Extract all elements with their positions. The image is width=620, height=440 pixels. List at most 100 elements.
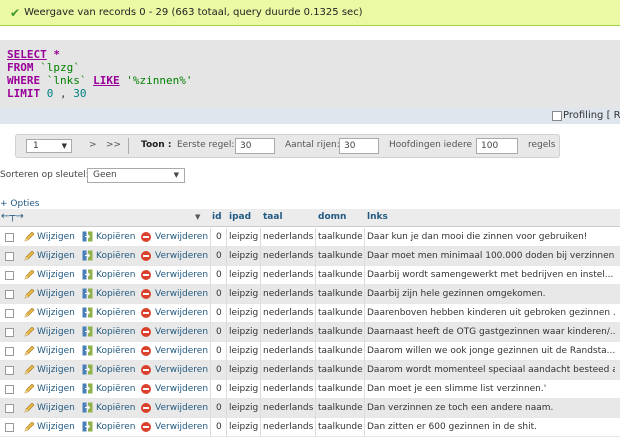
pencil-icon[interactable]: [24, 231, 35, 242]
delete-icon[interactable]: [141, 289, 151, 299]
column-dropdown-icon[interactable]: ▼: [195, 213, 200, 221]
row-checkbox[interactable]: [5, 328, 14, 337]
column-header-domn[interactable]: domn: [318, 212, 346, 222]
delete-icon[interactable]: [141, 251, 151, 261]
delete-link[interactable]: Verwijderen: [155, 365, 208, 375]
edit-link[interactable]: Wijzigen: [37, 327, 75, 337]
rows-input[interactable]: 30: [339, 138, 379, 154]
sql-like-keyword[interactable]: LIKE: [93, 74, 120, 87]
delete-icon[interactable]: [141, 232, 151, 242]
copy-link[interactable]: Kopiëren: [96, 365, 135, 375]
delete-icon[interactable]: [141, 327, 151, 337]
copy-link[interactable]: Kopiëren: [96, 232, 135, 242]
copy-icon[interactable]: [82, 402, 93, 413]
edit-link[interactable]: Wijzigen: [37, 365, 75, 375]
edit-link[interactable]: Wijzigen: [37, 384, 75, 394]
pencil-icon[interactable]: [24, 364, 35, 375]
copy-link[interactable]: Kopiëren: [96, 422, 135, 432]
row-checkbox[interactable]: [5, 385, 14, 394]
row-checkbox[interactable]: [5, 347, 14, 356]
sort-select[interactable]: Geen ▼: [87, 168, 185, 183]
copy-icon[interactable]: [82, 307, 93, 318]
delete-icon[interactable]: [141, 422, 151, 432]
page-select[interactable]: 1 ▼: [26, 139, 72, 153]
first-row-input[interactable]: 30: [235, 138, 275, 154]
row-checkbox[interactable]: [5, 290, 14, 299]
delete-link[interactable]: Verwijderen: [155, 384, 208, 394]
delete-icon[interactable]: [141, 365, 151, 375]
pencil-icon[interactable]: [24, 383, 35, 394]
copy-icon[interactable]: [82, 326, 93, 337]
copy-link[interactable]: Kopiëren: [96, 270, 135, 280]
delete-link[interactable]: Verwijderen: [155, 289, 208, 299]
edit-link[interactable]: Wijzigen: [37, 270, 75, 280]
delete-link[interactable]: Verwijderen: [155, 270, 208, 280]
copy-icon[interactable]: [82, 364, 93, 375]
edit-link[interactable]: Wijzigen: [37, 289, 75, 299]
next-page-button[interactable]: >: [89, 140, 97, 150]
column-header-taal[interactable]: taal: [263, 212, 283, 222]
column-header-id[interactable]: id: [212, 212, 222, 222]
pencil-icon[interactable]: [24, 421, 35, 432]
pencil-icon[interactable]: [24, 307, 35, 318]
success-message-bar: ✔ Weergave van records 0 - 29 (663 totaa…: [0, 0, 620, 26]
column-arrows-icon[interactable]: ←┬→: [1, 211, 24, 222]
table-header: ←┬→ ▼ id ipad taal domn lnks: [0, 209, 620, 227]
edit-link[interactable]: Wijzigen: [37, 403, 75, 413]
copy-icon[interactable]: [82, 250, 93, 261]
pencil-icon[interactable]: [24, 326, 35, 337]
delete-icon[interactable]: [141, 403, 151, 413]
delete-link[interactable]: Verwijderen: [155, 232, 208, 242]
copy-link[interactable]: Kopiëren: [96, 327, 135, 337]
copy-icon[interactable]: [82, 421, 93, 432]
delete-link[interactable]: Verwijderen: [155, 422, 208, 432]
options-link[interactable]: + Opties: [0, 199, 39, 209]
copy-link[interactable]: Kopiëren: [96, 346, 135, 356]
profiling-checkbox[interactable]: [552, 111, 562, 121]
edit-link[interactable]: Wijzigen: [37, 422, 75, 432]
copy-link[interactable]: Kopiëren: [96, 251, 135, 261]
column-header-lnks[interactable]: lnks: [367, 212, 388, 222]
pencil-icon[interactable]: [24, 345, 35, 356]
delete-icon[interactable]: [141, 384, 151, 394]
pencil-icon[interactable]: [24, 269, 35, 280]
last-page-button[interactable]: >>: [106, 140, 121, 150]
copy-icon[interactable]: [82, 383, 93, 394]
row-checkbox[interactable]: [5, 252, 14, 261]
edit-link[interactable]: Wijzigen: [37, 346, 75, 356]
delete-link[interactable]: Verwijderen: [155, 327, 208, 337]
pencil-icon[interactable]: [24, 402, 35, 413]
edit-link[interactable]: Wijzigen: [37, 308, 75, 318]
headers-every-input[interactable]: 100: [476, 138, 518, 154]
copy-link[interactable]: Kopiëren: [96, 403, 135, 413]
row-checkbox[interactable]: [5, 423, 14, 432]
cell-taal: nederlands: [263, 346, 314, 356]
delete-link[interactable]: Verwijderen: [155, 346, 208, 356]
row-checkbox[interactable]: [5, 271, 14, 280]
copy-link[interactable]: Kopiëren: [96, 289, 135, 299]
cell-id: 0: [216, 251, 222, 261]
pencil-icon[interactable]: [24, 250, 35, 261]
copy-link[interactable]: Kopiëren: [96, 308, 135, 318]
delete-icon[interactable]: [141, 270, 151, 280]
delete-link[interactable]: Verwijderen: [155, 308, 208, 318]
row-checkbox[interactable]: [5, 309, 14, 318]
delete-link[interactable]: Verwijderen: [155, 251, 208, 261]
row-checkbox[interactable]: [5, 404, 14, 413]
delete-icon[interactable]: [141, 346, 151, 356]
pencil-icon[interactable]: [24, 288, 35, 299]
copy-link[interactable]: Kopiëren: [96, 384, 135, 394]
profiling-label[interactable]: Profiling [ Re: [563, 110, 620, 121]
edit-link[interactable]: Wijzigen: [37, 232, 75, 242]
copy-icon[interactable]: [82, 231, 93, 242]
edit-link[interactable]: Wijzigen: [37, 251, 75, 261]
row-checkbox[interactable]: [5, 366, 14, 375]
column-header-ipad[interactable]: ipad: [229, 212, 251, 222]
delete-link[interactable]: Verwijderen: [155, 403, 208, 413]
copy-icon[interactable]: [82, 288, 93, 299]
sql-select-keyword[interactable]: SELECT: [7, 48, 47, 61]
row-checkbox[interactable]: [5, 233, 14, 242]
delete-icon[interactable]: [141, 308, 151, 318]
copy-icon[interactable]: [82, 345, 93, 356]
copy-icon[interactable]: [82, 269, 93, 280]
